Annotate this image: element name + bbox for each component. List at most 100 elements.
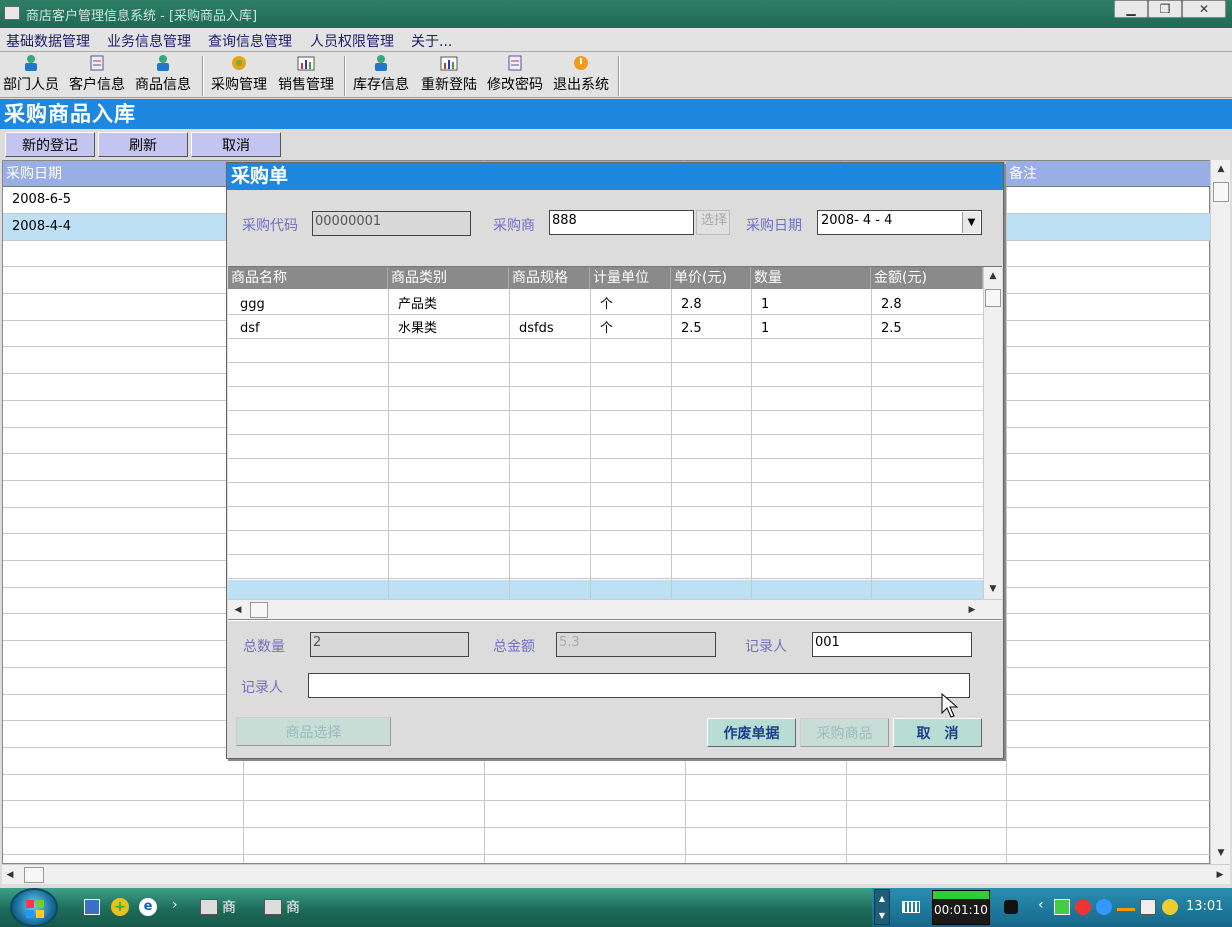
toolbar-inventory[interactable]: 库存信息	[351, 54, 411, 96]
total-amount-field[interactable]: 5.3	[556, 632, 716, 657]
tray-scroll-control[interactable]: ▲ ▼	[874, 889, 890, 925]
toolbar-exit[interactable]: 退出系统	[550, 54, 612, 96]
menu-business[interactable]: 业务信息管理	[107, 31, 191, 51]
purchase-goods-button[interactable]: 采购商品	[800, 718, 889, 747]
scroll-thumb[interactable]	[1213, 182, 1229, 202]
tray-app-icon[interactable]	[1054, 899, 1070, 915]
recorder-label: 记录人	[745, 639, 787, 655]
table-cell[interactable]: 1	[761, 317, 769, 341]
main-vertical-scrollbar[interactable]: ▲ ▼	[1210, 160, 1230, 864]
table-cell[interactable]: 2.8	[681, 293, 702, 317]
chart-icon	[440, 54, 458, 72]
user-icon	[154, 54, 172, 72]
table-cell[interactable]: dsf	[240, 317, 260, 341]
toolbar-label: 重新登陆	[421, 77, 477, 93]
start-button[interactable]	[10, 888, 58, 927]
table-cell[interactable]: 1	[761, 293, 769, 317]
toolbar-label: 客户信息	[69, 77, 125, 93]
chevron-down-icon[interactable]: ▼	[875, 907, 889, 924]
grid-row-line	[3, 827, 1211, 828]
toolbar-sales[interactable]: 销售管理	[275, 54, 337, 96]
items-horizontal-scrollbar[interactable]: ◀ ▶	[228, 599, 1002, 619]
scroll-left-icon[interactable]: ◀	[4, 868, 16, 882]
task-button[interactable]: 商	[200, 896, 236, 918]
table-cell[interactable]: 2.5	[681, 317, 702, 341]
scroll-down-icon[interactable]: ▼	[1213, 846, 1229, 860]
code-field[interactable]: 00000001	[312, 211, 471, 236]
remark-field[interactable]	[308, 673, 970, 698]
main-horizontal-scrollbar[interactable]: ◀ ▶	[2, 864, 1230, 884]
chevron-down-icon[interactable]: ▼	[962, 212, 980, 233]
dialog-cancel-button[interactable]: 取 消	[893, 718, 982, 747]
quicklaunch-ie-icon[interactable]: e	[139, 898, 157, 916]
menu-basic-data[interactable]: 基础数据管理	[6, 31, 90, 51]
cancel-button[interactable]: 取消	[191, 132, 281, 157]
grid-row-line	[228, 530, 983, 531]
keyboard-icon[interactable]	[902, 901, 920, 913]
toolbar-customers[interactable]: 客户信息	[67, 54, 127, 96]
task-label: 商	[286, 900, 300, 916]
recording-timer: 00:01:10	[932, 890, 990, 925]
toolbar-products[interactable]: 商品信息	[133, 54, 193, 96]
supplier-field[interactable]: 888	[549, 210, 694, 235]
refresh-button[interactable]: 刷新	[98, 132, 188, 157]
chevron-left-icon[interactable]: ‹	[1038, 897, 1044, 913]
table-cell[interactable]: 2.8	[881, 293, 902, 317]
new-record-button[interactable]: 新的登记	[5, 132, 95, 157]
grid-row-line	[228, 386, 983, 387]
toolbar-change-password[interactable]: 修改密码	[484, 54, 546, 96]
table-cell[interactable]: 产品类	[398, 293, 437, 317]
tray-wave-icon[interactable]	[1117, 903, 1135, 911]
scroll-up-icon[interactable]: ▲	[1213, 162, 1229, 176]
app-icon	[200, 899, 218, 915]
scroll-thumb[interactable]	[250, 602, 268, 618]
scroll-thumb[interactable]	[24, 867, 44, 883]
quicklaunch-desktop-icon[interactable]	[84, 899, 100, 915]
power-plug-icon[interactable]	[1004, 900, 1018, 914]
toolbar-purchase[interactable]: 采购管理	[209, 54, 269, 96]
recorder-field[interactable]: 001	[812, 632, 972, 657]
table-cell[interactable]: ggg	[240, 293, 265, 317]
table-cell[interactable]: 2.5	[881, 317, 902, 341]
task-button[interactable]: 商	[264, 896, 300, 918]
scroll-thumb[interactable]	[985, 289, 1001, 307]
tray-doc-icon[interactable]	[1140, 899, 1156, 915]
toolbar-relogin[interactable]: 重新登陆	[418, 54, 480, 96]
chevron-up-icon[interactable]: ▲	[875, 890, 889, 907]
grid-row-line	[3, 800, 1211, 801]
product-select-button[interactable]: 商品选择	[236, 717, 391, 746]
total-qty-field[interactable]: 2	[310, 632, 469, 657]
restore-icon[interactable]: ❐	[1148, 0, 1182, 18]
table-cell[interactable]: 水果类	[398, 317, 437, 341]
order-items-table[interactable]: 商品名称 商品类别 商品规格 计量单位 单价(元) 数量 金额(元) ggg 产…	[228, 266, 1002, 619]
scroll-right-icon[interactable]: ▶	[1214, 868, 1226, 882]
grid-row-line	[228, 362, 983, 363]
quicklaunch-add-icon[interactable]: +	[111, 898, 129, 916]
menu-about[interactable]: 关于...	[411, 31, 452, 51]
table-cell[interactable]: 个	[600, 317, 613, 341]
menu-permissions[interactable]: 人员权限管理	[310, 31, 394, 51]
scroll-right-icon[interactable]: ▶	[966, 603, 978, 617]
table-cell[interactable]: 个	[600, 293, 613, 317]
chevron-right-icon[interactable]: ›	[172, 897, 178, 913]
scroll-up-icon[interactable]: ▲	[986, 270, 1000, 282]
select-supplier-button[interactable]: 选择	[696, 210, 730, 235]
grid-row-line	[3, 774, 1211, 775]
tray-speaker-icon[interactable]	[1162, 899, 1178, 915]
close-icon[interactable]: ✕	[1182, 0, 1226, 18]
menu-query[interactable]: 查询信息管理	[208, 31, 292, 51]
scroll-down-icon[interactable]: ▼	[986, 583, 1000, 595]
tray-network-icon[interactable]	[1096, 899, 1112, 915]
items-vertical-scrollbar[interactable]: ▲ ▼	[983, 267, 1002, 599]
date-picker[interactable]: 2008- 4 - 4 ▼	[817, 210, 982, 235]
minimize-icon[interactable]: ▁	[1114, 0, 1148, 18]
tray-qq-icon[interactable]	[1075, 899, 1091, 915]
toolbar-dept-staff[interactable]: 部门人员	[2, 54, 60, 96]
void-order-button[interactable]: 作废单据	[707, 718, 796, 747]
user-icon	[372, 54, 390, 72]
remark-label: 记录人	[241, 680, 283, 696]
table-cell[interactable]: dsfds	[519, 317, 554, 341]
date-label: 采购日期	[746, 218, 802, 234]
scroll-left-icon[interactable]: ◀	[232, 603, 244, 617]
supplier-label: 采购商	[493, 218, 535, 234]
